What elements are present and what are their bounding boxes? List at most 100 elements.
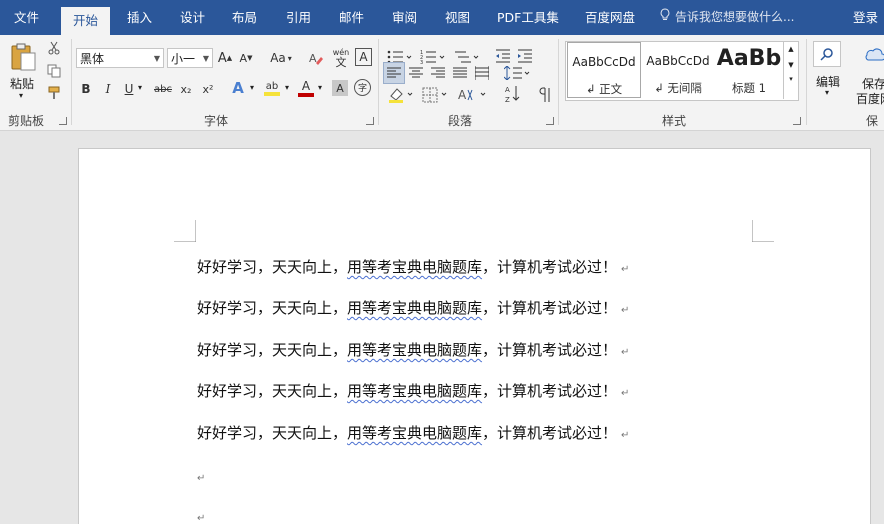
- justify-icon[interactable]: [450, 62, 470, 84]
- highlight-button[interactable]: ab: [262, 78, 282, 98]
- chevron-down-icon[interactable]: ▾: [285, 83, 289, 92]
- svg-text:A: A: [505, 86, 510, 94]
- chevron-down-icon[interactable]: ▾: [318, 83, 322, 92]
- change-case-button[interactable]: Aa ▾: [266, 48, 296, 68]
- tab-pdf-tools[interactable]: PDF工具集: [497, 0, 559, 35]
- login-button[interactable]: 登录: [853, 0, 878, 35]
- subscript-button[interactable]: x₂: [177, 79, 195, 99]
- borders-icon[interactable]: [420, 85, 450, 105]
- chevron-up-icon[interactable]: ▲: [784, 45, 798, 53]
- baidu-cloud-icon[interactable]: [862, 43, 884, 67]
- paste-icon[interactable]: [8, 41, 38, 73]
- document-line-2[interactable]: 好好学习，天天向上，用等考宝典电脑题库，计算机考试必过！ ↵: [197, 297, 629, 318]
- clipboard-launcher-icon[interactable]: [59, 117, 67, 125]
- save-label-line2[interactable]: 百度网: [856, 90, 884, 107]
- shading-icon[interactable]: [386, 85, 416, 105]
- align-center-icon[interactable]: [406, 62, 426, 84]
- font-size-combo[interactable]: 小一 ▼: [167, 48, 213, 68]
- style-normal-sample: AaBbCcDd: [572, 55, 636, 69]
- paragraph-mark-icon: ↵: [621, 264, 630, 275]
- font-color-button[interactable]: A: [297, 78, 315, 98]
- copy-icon[interactable]: [46, 63, 62, 79]
- styles-gallery: AaBbCcDd ↲ 正文 AaBbCcDd ↲ 无间隔 AaBb 标题 1: [565, 41, 799, 101]
- paragraph-mark-icon: ↵: [621, 388, 630, 399]
- paste-label[interactable]: 粘贴: [10, 75, 34, 92]
- paste-dropdown-icon[interactable]: ▾: [19, 91, 23, 100]
- character-shading-button[interactable]: A: [332, 80, 348, 96]
- paragraph-mark-icon: ↵: [621, 430, 630, 441]
- svg-text:A: A: [458, 88, 467, 102]
- grow-font-button[interactable]: A ▲: [216, 48, 234, 68]
- style-no-spacing-name: ↲ 无间隔: [654, 81, 702, 95]
- styles-launcher-icon[interactable]: [793, 117, 801, 125]
- tab-layout[interactable]: 布局: [232, 0, 257, 35]
- font-name-combo[interactable]: 黑体 ▼: [76, 48, 164, 68]
- font-size-value: 小一: [171, 52, 196, 66]
- tab-mailings[interactable]: 邮件: [339, 0, 364, 35]
- document-line-4[interactable]: 好好学习，天天向上，用等考宝典电脑题库，计算机考试必过！ ↵: [197, 380, 629, 401]
- chevron-down-icon[interactable]: ▾: [250, 83, 254, 92]
- tab-file[interactable]: 文件: [14, 0, 39, 35]
- divider: [558, 39, 559, 125]
- highlight-label: ab: [265, 80, 279, 92]
- svg-text:Z: Z: [505, 96, 510, 104]
- line-text-suffix: ，计算机考试必过！: [482, 299, 618, 317]
- search-icon[interactable]: [813, 41, 841, 67]
- tab-home[interactable]: 开始: [61, 7, 111, 35]
- line-text-underlined: 用等考宝典电脑题库: [347, 258, 483, 276]
- tell-me-box[interactable]: 告诉我您想要做什么...: [660, 0, 794, 35]
- italic-button[interactable]: I: [100, 79, 116, 99]
- change-case-label: Aa: [270, 51, 286, 65]
- document-line-5[interactable]: 好好学习，天天向上，用等考宝典电脑题库，计算机考试必过！ ↵: [197, 422, 629, 443]
- font-color-swatch: [298, 93, 314, 97]
- document-line-1[interactable]: 好好学习，天天向上，用等考宝典电脑题库，计算机考试必过！ ↵: [197, 256, 629, 277]
- document-page[interactable]: [78, 148, 871, 524]
- align-left-icon[interactable]: [383, 62, 405, 84]
- strikethrough-button[interactable]: abc: [152, 79, 174, 99]
- document-line-3[interactable]: 好好学习，天天向上，用等考宝典电脑题库，计算机考试必过！ ↵: [197, 339, 629, 360]
- enclose-characters-button[interactable]: 字: [354, 79, 371, 96]
- phonetic-guide-button[interactable]: wén 文: [330, 46, 352, 70]
- more-styles-icon[interactable]: ▾: [784, 75, 798, 83]
- styles-scroll[interactable]: ▲ ▼ ▾: [783, 41, 798, 99]
- style-normal[interactable]: AaBbCcDd ↲ 正文: [567, 42, 641, 98]
- bold-button[interactable]: B: [78, 79, 94, 99]
- format-painter-icon[interactable]: [46, 85, 62, 101]
- show-marks-icon[interactable]: [536, 85, 554, 105]
- divider: [71, 39, 72, 125]
- phonetic-char-label: 文: [335, 56, 347, 69]
- tab-review[interactable]: 审阅: [392, 0, 417, 35]
- paragraph-launcher-icon[interactable]: [546, 117, 554, 125]
- menu-bar: 文件 开始 插入 设计 布局 引用 邮件 审阅 视图 PDF工具集 百度网盘 告…: [0, 0, 884, 35]
- line-text-prefix: 好好学习，天天向上，: [197, 424, 348, 442]
- tab-references[interactable]: 引用: [286, 0, 311, 35]
- tab-view[interactable]: 视图: [445, 0, 470, 35]
- chevron-down-icon[interactable]: ▾: [825, 88, 829, 97]
- clear-format-icon[interactable]: A: [306, 48, 326, 68]
- text-effects-button[interactable]: A: [229, 78, 247, 98]
- cut-icon[interactable]: [46, 40, 62, 56]
- character-border-button[interactable]: A: [355, 48, 372, 66]
- highlight-swatch: [264, 91, 280, 96]
- shrink-font-button[interactable]: A ▼: [237, 48, 255, 68]
- distributed-icon[interactable]: [472, 62, 492, 84]
- asian-layout-icon[interactable]: A: [456, 85, 490, 105]
- tab-design[interactable]: 设计: [180, 0, 205, 35]
- chevron-down-icon[interactable]: ▼: [784, 61, 798, 69]
- superscript-button[interactable]: x²: [199, 79, 217, 99]
- line-text-underlined: 用等考宝典电脑题库: [347, 341, 483, 359]
- font-color-label: A: [301, 79, 311, 93]
- chevron-down-icon: ▼: [153, 54, 160, 63]
- chevron-down-icon[interactable]: ▾: [138, 83, 142, 92]
- line-text-prefix: 好好学习，天天向上，: [197, 341, 348, 359]
- line-text-suffix: ，计算机考试必过！: [482, 382, 618, 400]
- sort-icon[interactable]: AZ: [503, 83, 523, 105]
- tab-insert[interactable]: 插入: [127, 0, 152, 35]
- underline-button[interactable]: U: [121, 79, 137, 99]
- font-launcher-icon[interactable]: [366, 117, 374, 125]
- align-right-icon[interactable]: [428, 62, 448, 84]
- tab-baidu-pan[interactable]: 百度网盘: [585, 0, 635, 35]
- style-heading-1[interactable]: AaBb 标题 1: [715, 42, 783, 98]
- line-spacing-icon[interactable]: [502, 62, 532, 84]
- style-no-spacing[interactable]: AaBbCcDd ↲ 无间隔: [641, 42, 715, 98]
